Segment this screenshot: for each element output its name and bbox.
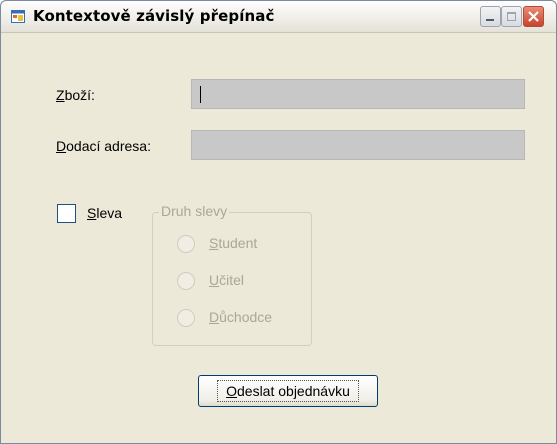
druh-slevy-title: Druh slevy [159, 203, 230, 219]
ucitel-label-text: čitel [219, 272, 245, 288]
zbozi-label-text: boží: [64, 87, 95, 103]
student-label-text: tudent [218, 235, 258, 251]
title-bar[interactable]: Kontextově závislý přepínač [1, 1, 556, 33]
ucitel-hotkey: U [209, 272, 220, 288]
text-caret [200, 86, 201, 103]
adresa-label: Dodací adresa: [56, 138, 151, 154]
duchodce-hotkey: D [209, 309, 220, 325]
close-icon [528, 11, 539, 22]
radio-ucitel[interactable] [177, 272, 195, 290]
close-button[interactable] [523, 6, 544, 27]
sleva-hotkey: S [87, 205, 97, 221]
radio-ucitel-label[interactable]: Učitel [209, 272, 244, 288]
adresa-label-text: odací adresa: [66, 138, 151, 154]
zbozi-label: Zboží: [56, 87, 95, 103]
adresa-hotkey: D [56, 138, 67, 154]
submit-focus-rect: Odeslat objednávku [217, 380, 359, 402]
minimize-icon [486, 19, 494, 21]
sleva-checkbox[interactable] [57, 204, 76, 223]
minimize-button[interactable] [480, 6, 501, 27]
duchodce-label-text: ůchodce [219, 309, 273, 325]
radio-duchodce[interactable] [177, 309, 195, 327]
radio-student[interactable] [177, 235, 195, 253]
submit-order-button[interactable]: Odeslat objednávku [198, 375, 378, 407]
adresa-input[interactable] [191, 130, 525, 160]
submit-label-text: deslat objednávku [237, 383, 350, 399]
radio-student-label[interactable]: Student [209, 235, 257, 251]
app-icon [11, 10, 25, 23]
submit-hotkey: O [226, 383, 237, 399]
sleva-label[interactable]: Sleva [87, 205, 122, 221]
window-title: Kontextově závislý přepínač [33, 7, 275, 25]
maximize-button[interactable] [501, 6, 522, 27]
student-hotkey: S [209, 235, 219, 251]
sleva-label-text: leva [96, 205, 123, 221]
zbozi-input[interactable] [191, 79, 525, 109]
radio-duchodce-label[interactable]: Důchodce [209, 309, 272, 325]
main-window: Kontextově závislý přepínač Zboží: Dodac… [0, 0, 557, 444]
zbozi-hotkey: Z [56, 87, 65, 103]
maximize-icon [507, 12, 516, 21]
